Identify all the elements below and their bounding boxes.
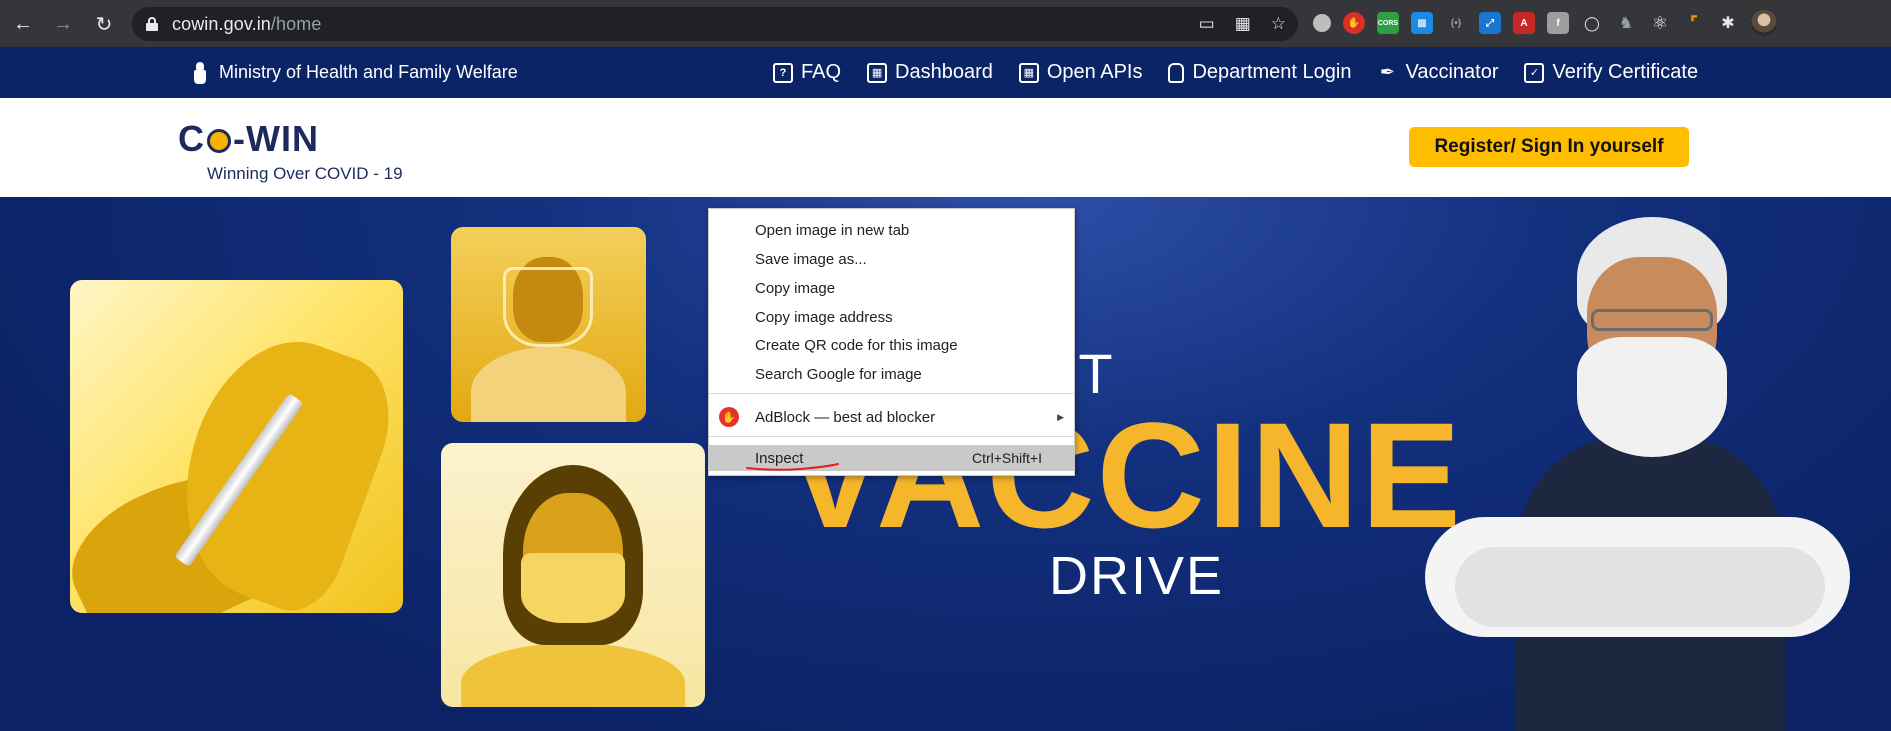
certificate-icon: ✓ <box>1524 62 1545 83</box>
expand-icon[interactable]: ⤢ <box>1479 12 1501 34</box>
site-header: C -WIN Winning Over COVID - 19 Register/ … <box>0 98 1891 197</box>
cowin-logo[interactable]: C -WIN Winning Over COVID - 19 <box>178 118 403 183</box>
national-emblem-icon <box>193 61 207 84</box>
install-app-icon[interactable]: ▭ <box>1199 14 1215 34</box>
menu-search-google-image[interactable]: Search Google for image <box>709 361 1074 387</box>
qr-code-icon[interactable]: ▦ <box>1235 14 1251 34</box>
react-icon[interactable]: ⚛ <box>1649 12 1671 34</box>
chrome-ext-icon[interactable] <box>1313 14 1331 32</box>
adblock-icon[interactable]: ✋ <box>1343 12 1365 34</box>
top-navigation: ? FAQ ▦ Dashboard ▦ Open APIs Department Lo… <box>773 47 1698 98</box>
nav-department-login-label: Department Login <box>1192 61 1352 83</box>
nav-faq-label: FAQ <box>801 61 842 83</box>
menu-separator <box>709 436 1074 437</box>
menu-item-label: Search Google for image <box>755 365 922 383</box>
register-signin-button[interactable]: Register/ Sign In yourself <box>1409 127 1689 167</box>
cors-label: CORS <box>1377 19 1399 27</box>
menu-copy-image[interactable]: Copy image <box>709 275 1074 301</box>
faq-icon: ? <box>773 62 793 83</box>
logo-wordmark: C -WIN <box>178 118 319 160</box>
extensions-bar: ✋ CORS ▩ (•) ⤢ A f ◯ ♞ ⚛ ⌜ ✱ <box>1313 9 1777 37</box>
syringe-icon: ✒ <box>1379 62 1396 82</box>
menu-create-qr-code[interactable]: Create QR code for this image <box>709 332 1074 358</box>
red-underline-annotation <box>746 463 839 471</box>
nav-department-login[interactable]: Department Login <box>1168 61 1351 84</box>
ministry-label: Ministry of Health and Family Welfare <box>219 62 518 82</box>
menu-item-label: Copy image <box>755 279 836 297</box>
masked-woman-photo[interactable] <box>441 443 705 707</box>
url-path: /home <box>270 13 322 34</box>
hero-drive-text: DRIVE <box>1049 546 1225 606</box>
logo-plus-icon <box>207 129 231 153</box>
prime-minister-photo[interactable] <box>1425 217 1850 731</box>
menu-save-image-as[interactable]: Save image as... <box>709 246 1074 272</box>
profile-avatar[interactable] <box>1751 10 1777 36</box>
lock-icon <box>1168 62 1185 83</box>
logo-letter-c: C <box>178 118 205 159</box>
ministry-title[interactable]: Ministry of Health and Family Welfare <box>193 47 518 98</box>
extensions-icon[interactable]: ✱ <box>1717 12 1739 34</box>
forward-icon[interactable]: → <box>49 10 77 38</box>
menu-adblock[interactable]: ✋ AdBlock — best ad blocker ▶ <box>709 404 1074 430</box>
nav-vaccinator[interactable]: ✒ Vaccinator <box>1377 61 1499 84</box>
vaccine-vial-photo[interactable] <box>70 280 403 613</box>
ruler-icon[interactable]: ⌜ <box>1683 12 1705 34</box>
submenu-arrow-icon: ▶ <box>1057 411 1064 422</box>
pdf-icon[interactable]: A <box>1513 12 1535 34</box>
browser-toolbar: ← → ↻ cowin.gov.in/home ▭ ▦ ☆ ✋ CORS ▩ (… <box>0 0 1891 47</box>
menu-item-label: AdBlock — best ad blocker <box>755 408 936 426</box>
menu-item-label: Save image as... <box>755 250 867 268</box>
nav-verify-certificate-label: Verify Certificate <box>1552 61 1699 83</box>
menu-item-label: Open image in new tab <box>755 221 910 239</box>
nav-open-apis-label: Open APIs <box>1046 61 1143 83</box>
facebook-icon[interactable]: f <box>1547 12 1569 34</box>
logo-win: -WIN <box>233 118 319 159</box>
cors-icon[interactable]: CORS <box>1377 12 1399 34</box>
nav-faq[interactable]: ? FAQ <box>773 61 841 84</box>
logo-tagline: Winning Over COVID - 19 <box>207 164 403 183</box>
url-text: cowin.gov.in/home <box>172 14 321 35</box>
address-bar[interactable]: cowin.gov.in/home ▭ ▦ ☆ <box>132 7 1298 41</box>
omnibox-actions: ▭ ▦ ☆ <box>1199 7 1286 41</box>
nav-vaccinator-label: Vaccinator <box>1405 61 1499 83</box>
reader-icon[interactable]: ◯ <box>1581 12 1603 34</box>
menu-separator <box>709 393 1074 394</box>
context-menu: Open image in new tab Save image as... C… <box>708 208 1075 476</box>
reload-icon[interactable]: ↻ <box>90 10 118 38</box>
dashboard-icon: ▦ <box>867 62 888 83</box>
nav-open-apis[interactable]: ▦ Open APIs <box>1018 61 1143 84</box>
bookmark-star-icon[interactable]: ☆ <box>1271 14 1286 34</box>
lock-icon[interactable] <box>146 17 158 31</box>
menu-copy-image-address[interactable]: Copy image address <box>709 304 1074 330</box>
back-icon[interactable]: ← <box>9 10 37 38</box>
inspect-shortcut: Ctrl+Shift+I <box>971 450 1042 466</box>
puzzle-icon[interactable]: ♞ <box>1615 12 1637 34</box>
menu-item-label: Copy image address <box>755 308 893 326</box>
trello-icon[interactable]: ▩ <box>1411 12 1433 34</box>
health-worker-photo[interactable] <box>451 227 646 422</box>
nav-verify-certificate[interactable]: ✓ Verify Certificate <box>1524 61 1698 84</box>
adblock-icon: ✋ <box>719 407 739 427</box>
ministry-bar: Ministry of Health and Family Welfare ? F… <box>0 47 1891 98</box>
api-icon: ▦ <box>1018 62 1039 83</box>
menu-open-image-new-tab[interactable]: Open image in new tab <box>709 217 1074 243</box>
nav-dashboard[interactable]: ▦ Dashboard <box>867 61 993 84</box>
menu-item-label: Create QR code for this image <box>755 336 958 354</box>
url-host: cowin.gov.in <box>172 13 271 34</box>
dots-icon[interactable]: (•) <box>1445 12 1467 34</box>
nav-dashboard-label: Dashboard <box>895 61 993 83</box>
